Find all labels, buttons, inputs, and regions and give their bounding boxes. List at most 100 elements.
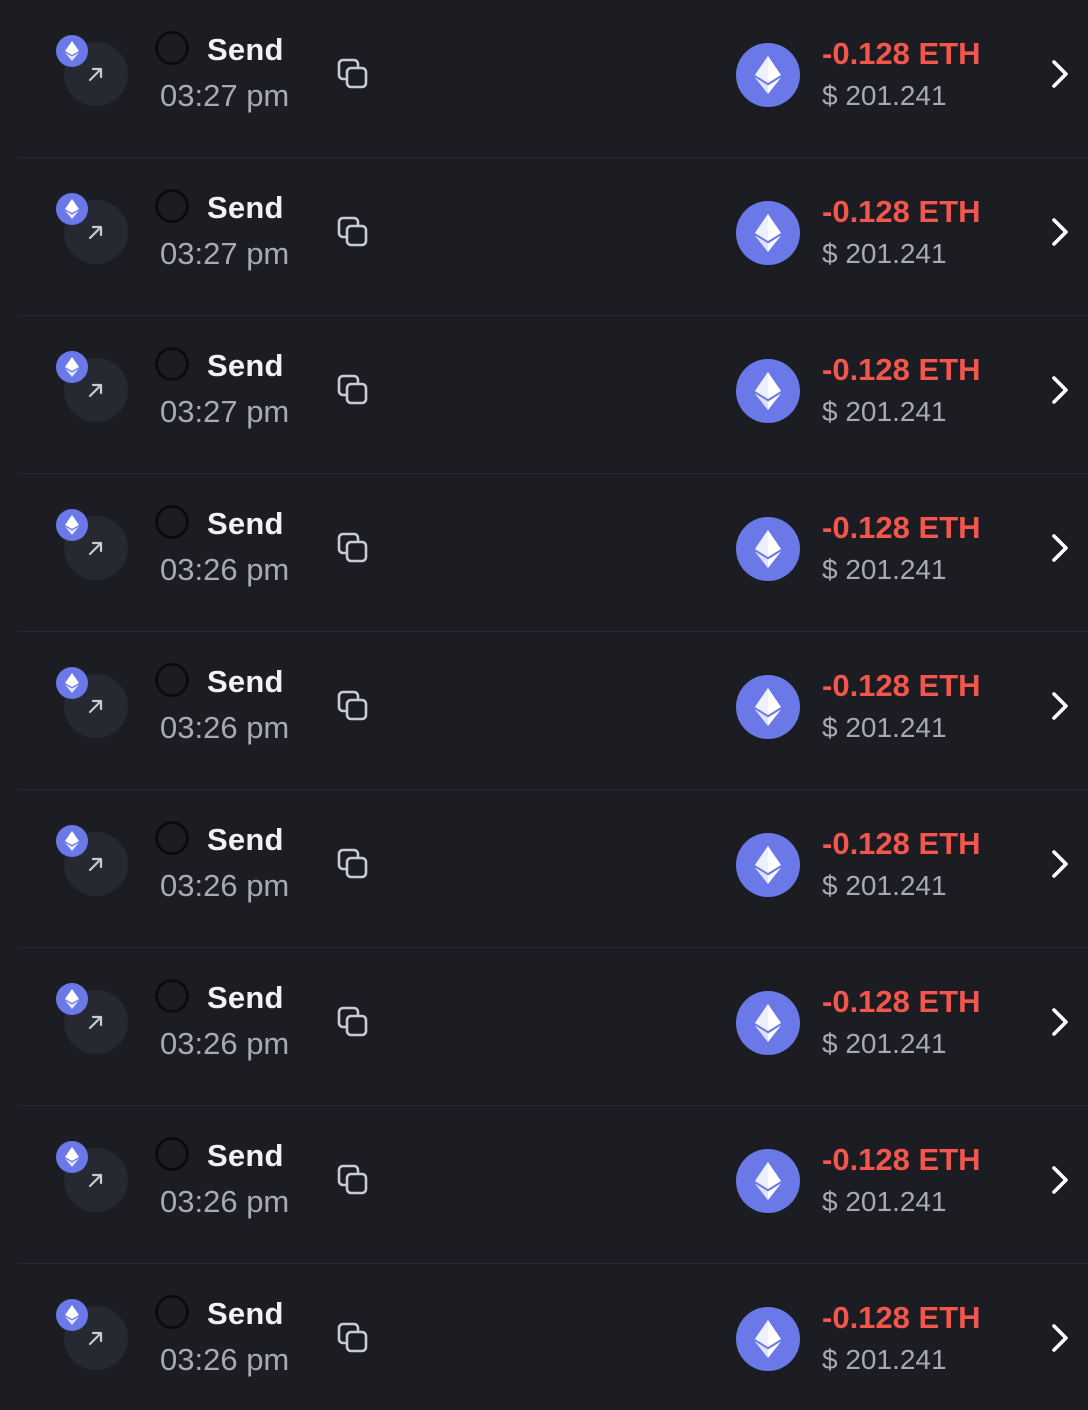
transaction-row[interactable]: Send 03:27 pm -0.128 ETH $ 201.241 xyxy=(0,0,1088,158)
transaction-time: 03:26 pm xyxy=(160,710,290,745)
ethereum-icon xyxy=(736,201,800,265)
transaction-list: Send 03:27 pm -0.128 ETH $ 201.241 Send … xyxy=(0,0,1088,1410)
ethereum-icon xyxy=(736,43,800,107)
ethereum-badge-icon xyxy=(56,825,88,857)
transaction-type: Send xyxy=(207,980,284,1015)
chevron-right-icon[interactable] xyxy=(1044,688,1076,724)
ethereum-badge-icon xyxy=(56,509,88,541)
ethereum-badge-icon xyxy=(56,667,88,699)
arrow-up-right-icon xyxy=(88,383,103,398)
transaction-type: Send xyxy=(207,506,284,541)
transaction-fiat-value: $ 201.241 xyxy=(822,1028,947,1059)
transaction-fiat-value: $ 201.241 xyxy=(822,1186,947,1217)
ethereum-icon xyxy=(736,1149,800,1213)
status-circle-icon xyxy=(155,1295,189,1329)
transaction-fiat-value: $ 201.241 xyxy=(822,870,947,901)
ethereum-badge-icon xyxy=(56,351,88,383)
transaction-row[interactable]: Send 03:26 pm -0.128 ETH $ 201.241 xyxy=(0,474,1088,632)
transaction-amount: -0.128 ETH xyxy=(822,194,981,229)
chevron-right-icon[interactable] xyxy=(1044,1320,1076,1356)
transaction-fiat-value: $ 201.241 xyxy=(822,1344,947,1375)
copy-icon[interactable] xyxy=(334,55,374,95)
arrow-up-right-icon xyxy=(88,67,103,82)
transaction-amount: -0.128 ETH xyxy=(822,1300,981,1335)
ethereum-icon xyxy=(736,359,800,423)
status-circle-icon xyxy=(155,189,189,223)
chevron-right-icon[interactable] xyxy=(1044,214,1076,250)
transaction-fiat-value: $ 201.241 xyxy=(822,80,947,111)
transaction-amount: -0.128 ETH xyxy=(822,36,981,71)
transaction-time: 03:26 pm xyxy=(160,552,290,587)
chevron-right-icon[interactable] xyxy=(1044,846,1076,882)
copy-icon[interactable] xyxy=(334,529,374,569)
chevron-right-icon[interactable] xyxy=(1044,56,1076,92)
ethereum-icon xyxy=(736,1307,800,1371)
status-circle-icon xyxy=(155,31,189,65)
arrow-up-right-icon xyxy=(88,1331,103,1346)
ethereum-icon xyxy=(736,991,800,1055)
transaction-time: 03:27 pm xyxy=(160,78,290,113)
chevron-right-icon[interactable] xyxy=(1044,1004,1076,1040)
transaction-fiat-value: $ 201.241 xyxy=(822,712,947,743)
status-circle-icon xyxy=(155,1137,189,1171)
transaction-fiat-value: $ 201.241 xyxy=(822,554,947,585)
transaction-time: 03:26 pm xyxy=(160,1342,290,1377)
status-circle-icon xyxy=(155,663,189,697)
chevron-right-icon[interactable] xyxy=(1044,1162,1076,1198)
copy-icon[interactable] xyxy=(334,371,374,411)
transaction-row[interactable]: Send 03:26 pm -0.128 ETH $ 201.241 xyxy=(0,632,1088,790)
transaction-amount: -0.128 ETH xyxy=(822,984,981,1019)
copy-icon[interactable] xyxy=(334,687,374,727)
transaction-time: 03:27 pm xyxy=(160,394,290,429)
ethereum-icon xyxy=(736,517,800,581)
transaction-fiat-value: $ 201.241 xyxy=(822,396,947,427)
chevron-right-icon[interactable] xyxy=(1044,372,1076,408)
transaction-amount: -0.128 ETH xyxy=(822,352,981,387)
copy-icon[interactable] xyxy=(334,1003,374,1043)
transaction-type: Send xyxy=(207,348,284,383)
ethereum-badge-icon xyxy=(56,193,88,225)
transaction-type: Send xyxy=(207,822,284,857)
transaction-amount: -0.128 ETH xyxy=(822,1142,981,1177)
transaction-row[interactable]: Send 03:26 pm -0.128 ETH $ 201.241 xyxy=(0,1264,1088,1410)
transaction-amount: -0.128 ETH xyxy=(822,826,981,861)
status-circle-icon xyxy=(155,505,189,539)
transaction-type: Send xyxy=(207,32,284,67)
arrow-up-right-icon xyxy=(88,699,103,714)
copy-icon[interactable] xyxy=(334,845,374,885)
ethereum-badge-icon xyxy=(56,1141,88,1173)
transaction-time: 03:27 pm xyxy=(160,236,290,271)
ethereum-icon xyxy=(736,833,800,897)
transaction-time: 03:26 pm xyxy=(160,868,290,903)
transaction-type: Send xyxy=(207,664,284,699)
transaction-type: Send xyxy=(207,1138,284,1173)
transaction-row[interactable]: Send 03:27 pm -0.128 ETH $ 201.241 xyxy=(0,158,1088,316)
transaction-row[interactable]: Send 03:26 pm -0.128 ETH $ 201.241 xyxy=(0,1106,1088,1264)
arrow-up-right-icon xyxy=(88,541,103,556)
transaction-type: Send xyxy=(207,190,284,225)
status-circle-icon xyxy=(155,821,189,855)
arrow-up-right-icon xyxy=(88,1015,103,1030)
ethereum-icon xyxy=(736,675,800,739)
arrow-up-right-icon xyxy=(88,225,103,240)
transaction-row[interactable]: Send 03:26 pm -0.128 ETH $ 201.241 xyxy=(0,790,1088,948)
ethereum-badge-icon xyxy=(56,1299,88,1331)
copy-icon[interactable] xyxy=(334,1161,374,1201)
status-circle-icon xyxy=(155,347,189,381)
transaction-row[interactable]: Send 03:27 pm -0.128 ETH $ 201.241 xyxy=(0,316,1088,474)
ethereum-badge-icon xyxy=(56,983,88,1015)
status-circle-icon xyxy=(155,979,189,1013)
copy-icon[interactable] xyxy=(334,213,374,253)
transaction-amount: -0.128 ETH xyxy=(822,668,981,703)
transaction-time: 03:26 pm xyxy=(160,1026,290,1061)
arrow-up-right-icon xyxy=(88,1173,103,1188)
arrow-up-right-icon xyxy=(88,857,103,872)
transaction-type: Send xyxy=(207,1296,284,1331)
chevron-right-icon[interactable] xyxy=(1044,530,1076,566)
ethereum-badge-icon xyxy=(56,35,88,67)
transaction-time: 03:26 pm xyxy=(160,1184,290,1219)
transaction-amount: -0.128 ETH xyxy=(822,510,981,545)
transaction-row[interactable]: Send 03:26 pm -0.128 ETH $ 201.241 xyxy=(0,948,1088,1106)
transaction-fiat-value: $ 201.241 xyxy=(822,238,947,269)
copy-icon[interactable] xyxy=(334,1319,374,1359)
